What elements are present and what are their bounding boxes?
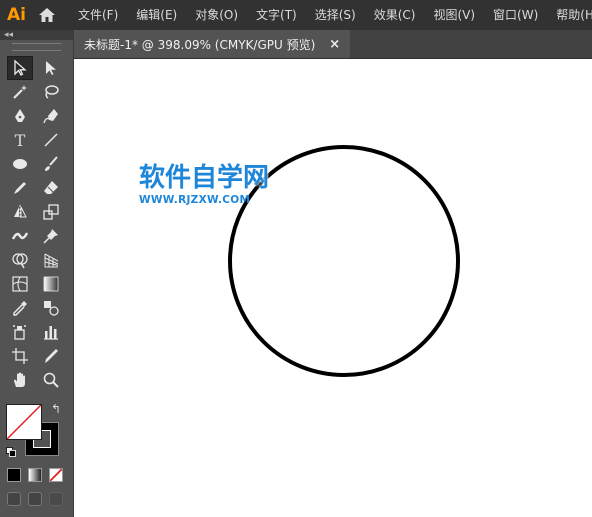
none-slash-icon	[7, 405, 41, 439]
fill-stroke-control: ↰	[6, 402, 66, 464]
blend-icon	[44, 301, 59, 316]
menu-select[interactable]: 选择(S)	[307, 0, 364, 30]
width-icon	[11, 232, 29, 240]
draw-normal-button[interactable]	[7, 492, 21, 506]
column-graph-tool[interactable]	[38, 320, 64, 344]
eraser-icon	[44, 181, 58, 194]
fill-swatch[interactable]	[6, 404, 42, 440]
shape-builder-tool[interactable]	[7, 248, 33, 272]
scale-icon	[43, 204, 59, 220]
menu-effect[interactable]: 效果(C)	[366, 0, 424, 30]
panel-collapse-button[interactable]: ◂◂	[0, 30, 73, 40]
watermark: 软件自学网 WWW.RJZXW.COM	[139, 163, 291, 206]
menu-bar: Ai 文件(F) 编辑(E) 对象(O) 文字(T) 选择(S) 效果(C) 视…	[0, 0, 592, 30]
watermark-title: 软件自学网	[139, 163, 270, 193]
home-icon[interactable]	[38, 4, 56, 26]
column-graph-icon	[44, 326, 58, 340]
document-tab-title: 未标题-1* @ 398.09% (CMYK/GPU 预览)	[84, 37, 316, 52]
menu-edit[interactable]: 编辑(E)	[128, 0, 185, 30]
magnifier-icon	[43, 372, 59, 388]
curvature-tool[interactable]	[38, 104, 64, 128]
menu-help[interactable]: 帮助(H)	[548, 0, 592, 30]
swap-fill-stroke-icon[interactable]: ↰	[51, 402, 63, 416]
menu-window[interactable]: 窗口(W)	[485, 0, 546, 30]
hand-tool[interactable]	[7, 368, 33, 392]
pushpin-icon	[43, 229, 58, 244]
eraser-tool[interactable]	[38, 176, 64, 200]
default-fill-stroke-icon[interactable]	[6, 446, 16, 457]
close-icon[interactable]: ×	[329, 37, 340, 52]
curvature-pen-icon	[43, 109, 58, 124]
pen-tool[interactable]	[7, 104, 33, 128]
menu-type[interactable]: 文字(T)	[248, 0, 305, 30]
watermark-url: WWW.RJZXW.COM	[139, 194, 251, 206]
paintbrush-icon	[45, 156, 58, 171]
lasso-tool[interactable]	[38, 80, 64, 104]
ellipse-icon	[13, 159, 27, 169]
none-mode-button[interactable]	[49, 468, 63, 482]
type-icon: T	[14, 130, 26, 150]
selection-tool[interactable]	[7, 56, 33, 80]
perspective-grid-icon	[44, 253, 59, 268]
selection-arrow-icon	[14, 59, 27, 76]
zoom-tool[interactable]	[38, 368, 64, 392]
puppet-warp-tool[interactable]	[38, 224, 64, 248]
width-tool[interactable]	[7, 224, 33, 248]
perspective-grid-tool[interactable]	[38, 248, 64, 272]
paintbrush-tool[interactable]	[38, 152, 64, 176]
lasso-icon	[45, 85, 59, 99]
artboard-canvas[interactable]: 软件自学网 WWW.RJZXW.COM	[74, 59, 592, 517]
draw-inside-button[interactable]	[49, 492, 63, 506]
eyedropper-icon	[13, 301, 27, 316]
mesh-tool[interactable]	[7, 272, 33, 296]
mesh-icon	[12, 276, 28, 292]
app-logo: Ai	[7, 5, 26, 25]
draw-behind-button[interactable]	[28, 492, 42, 506]
symbol-sprayer-icon	[13, 325, 26, 340]
draw-mode-buttons	[7, 492, 70, 506]
slice-knife-icon	[45, 349, 58, 363]
none-slash-icon	[49, 468, 63, 482]
shaper-pencil-icon	[14, 182, 26, 194]
tools-panel: ◂◂ T ↰	[0, 30, 74, 517]
pen-icon	[15, 109, 25, 122]
menu-view[interactable]: 视图(V)	[425, 0, 483, 30]
menu-file[interactable]: 文件(F)	[70, 0, 126, 30]
hand-icon	[14, 372, 25, 387]
line-segment-tool[interactable]	[38, 128, 64, 152]
gradient-icon	[43, 276, 59, 292]
direct-selection-arrow-icon	[46, 61, 56, 75]
shaper-tool[interactable]	[7, 176, 33, 200]
magic-wand-tool[interactable]	[7, 80, 33, 104]
document-tab[interactable]: 未标题-1* @ 398.09% (CMYK/GPU 预览) ×	[74, 30, 351, 58]
eyedropper-tool[interactable]	[7, 296, 33, 320]
line-segment-icon	[44, 133, 58, 147]
gradient-tool[interactable]	[38, 272, 64, 296]
magic-wand-icon	[13, 85, 27, 99]
color-mode-button[interactable]	[7, 468, 21, 482]
gradient-mode-button[interactable]	[28, 468, 42, 482]
menu-object[interactable]: 对象(O)	[187, 0, 246, 30]
symbol-sprayer-tool[interactable]	[7, 320, 33, 344]
slice-tool[interactable]	[38, 344, 64, 368]
reflect-icon	[14, 205, 27, 219]
blend-tool[interactable]	[38, 296, 64, 320]
ellipse-tool[interactable]	[7, 152, 33, 176]
scale-tool[interactable]	[38, 200, 64, 224]
type-tool[interactable]: T	[7, 128, 33, 152]
reflect-tool[interactable]	[7, 200, 33, 224]
shape-builder-icon	[12, 253, 28, 269]
color-mode-buttons	[7, 468, 70, 482]
direct-selection-tool[interactable]	[38, 56, 64, 80]
panel-grip[interactable]	[12, 43, 61, 51]
artboard-tool[interactable]	[7, 344, 33, 368]
artboard-icon	[12, 348, 28, 364]
document-tab-bar: 未标题-1* @ 398.09% (CMYK/GPU 预览) ×	[74, 30, 592, 59]
